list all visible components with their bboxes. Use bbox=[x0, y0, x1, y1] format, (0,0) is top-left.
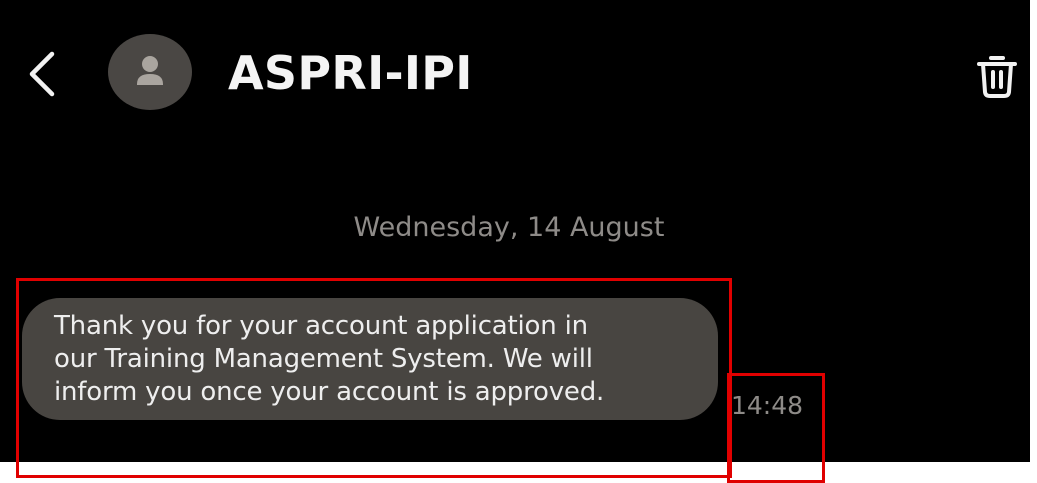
message-line: Thank you for your account application i… bbox=[54, 311, 588, 341]
back-button[interactable] bbox=[20, 48, 64, 100]
chevron-left-icon bbox=[29, 51, 55, 97]
message-text: Thank you for your account application i… bbox=[54, 310, 694, 409]
date-separator: Wednesday, 14 August bbox=[353, 212, 665, 243]
message-bubble[interactable]: Thank you for your account application i… bbox=[22, 298, 718, 420]
person-icon bbox=[137, 56, 163, 85]
message-line: our Training Management System. We will bbox=[54, 344, 593, 374]
trash-icon bbox=[977, 56, 1017, 98]
messages-screen: ASPRI-IPI Wednesday, 14 August Thank you… bbox=[0, 0, 1030, 462]
contact-name: ASPRI-IPI bbox=[228, 46, 473, 100]
message-timestamp: 14:48 bbox=[731, 391, 804, 420]
avatar[interactable] bbox=[108, 34, 192, 110]
message-line: inform you once your account is approved… bbox=[54, 377, 605, 407]
delete-button[interactable] bbox=[972, 50, 1022, 102]
